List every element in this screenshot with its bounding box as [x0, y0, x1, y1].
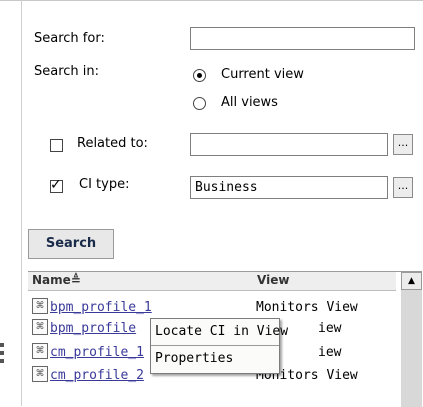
ci-icon: ⌘ [32, 319, 48, 335]
ci-icon: ⌘ [32, 366, 48, 382]
related-to-checkbox[interactable] [50, 139, 63, 152]
top-border [0, 0, 423, 1]
sort-ascending-icon: ≜ [70, 273, 81, 287]
vertical-scrollbar[interactable]: ▲ [401, 272, 422, 407]
column-name-label: Name [32, 273, 71, 287]
all-views-radio[interactable] [193, 97, 206, 110]
ci-view: iew [318, 345, 342, 360]
related-to-browse-button[interactable]: ... [393, 134, 413, 155]
ci-type-label: CI type: [79, 177, 130, 192]
search-in-label: Search in: [34, 64, 100, 79]
ci-view: Monitors View [256, 300, 358, 315]
ci-search-panel: Search for: Search in: Current view All … [0, 0, 423, 407]
menu-item-locate-ci[interactable]: Locate CI in View [151, 319, 288, 345]
scroll-up-arrow-icon[interactable]: ▲ [401, 272, 422, 290]
ci-type-checkbox[interactable]: ✓ [50, 177, 63, 193]
column-header-view[interactable]: View [257, 273, 289, 287]
ci-name-link[interactable]: cm_profile_1 [50, 345, 144, 360]
ci-name-link[interactable]: cm_profile_2 [50, 368, 144, 383]
related-to-input[interactable] [190, 133, 388, 156]
ci-name-link[interactable]: bpm_profile_1 [50, 300, 152, 315]
column-header-name[interactable]: Name≜ [32, 273, 81, 287]
search-for-label: Search for: [34, 31, 105, 46]
checkmark-icon: ✓ [50, 177, 62, 193]
table-header: Name≜ View [28, 272, 396, 291]
ci-icon: ⌘ [32, 343, 48, 359]
context-menu: Locate CI in View Properties [150, 318, 288, 374]
left-border [21, 0, 22, 406]
radio-selected-dot [197, 73, 202, 78]
ci-name-link[interactable]: bpm_profile [50, 321, 136, 336]
ci-type-input[interactable] [190, 176, 388, 199]
all-views-label[interactable]: All views [221, 95, 278, 110]
table-row[interactable]: ⌘ bpm_profile_1 Monitors View [28, 297, 396, 319]
ci-icon: ⌘ [32, 298, 48, 314]
menu-item-properties[interactable]: Properties [151, 346, 279, 372]
splitter-grip-icon[interactable] [0, 343, 4, 383]
search-button[interactable]: Search [28, 229, 114, 259]
related-to-label: Related to: [77, 136, 148, 151]
current-view-radio[interactable] [193, 69, 206, 82]
current-view-label[interactable]: Current view [221, 67, 304, 82]
search-for-input[interactable] [190, 27, 415, 50]
ci-type-browse-button[interactable]: ... [393, 177, 413, 198]
ci-view: iew [318, 321, 342, 336]
